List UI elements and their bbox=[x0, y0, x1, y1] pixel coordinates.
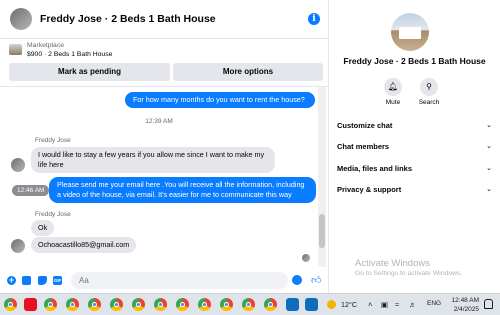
avatar[interactable] bbox=[10, 8, 32, 30]
scrollbar-thumb[interactable] bbox=[319, 214, 325, 248]
section-customize-chat[interactable]: Customize chat ⌄ bbox=[337, 121, 492, 135]
chrome-icon[interactable] bbox=[110, 298, 123, 311]
volume-icon[interactable]: ♬ bbox=[409, 300, 417, 309]
chevron-down-icon: ⌄ bbox=[486, 143, 492, 150]
mute-label: Mute bbox=[385, 99, 401, 106]
avatar[interactable] bbox=[11, 239, 25, 253]
app-icon[interactable] bbox=[286, 298, 299, 311]
chevron-up-icon[interactable]: ˄ bbox=[368, 300, 372, 309]
message-composer: + GIF 👍︎ bbox=[0, 268, 328, 293]
more-options-button[interactable]: More options bbox=[173, 63, 323, 81]
info-icon[interactable]: i bbox=[308, 13, 320, 25]
sticker-icon[interactable] bbox=[38, 276, 47, 285]
message-outgoing[interactable]: Please send me your email here .You will… bbox=[49, 177, 316, 203]
section-label: Media, files and links bbox=[337, 164, 413, 173]
clock-date: 2/4/2025 bbox=[453, 306, 479, 313]
clock[interactable]: 12:48 AM 2/4/2025 bbox=[445, 296, 479, 314]
conversation-title[interactable]: Freddy Jose · 2 Beds 1 Bath House bbox=[40, 13, 216, 25]
message-outgoing[interactable]: For how many months do you want to rent … bbox=[125, 92, 315, 108]
thumbs-up-icon[interactable]: 👍︎ bbox=[311, 274, 321, 286]
wifi-icon[interactable]: ≈ bbox=[395, 300, 399, 309]
app-icon[interactable] bbox=[24, 298, 37, 311]
marketplace-banner: Marketplace $900 · 2 Beds 1 Bath House M… bbox=[0, 38, 328, 87]
message-scrollbar[interactable] bbox=[318, 87, 326, 267]
avatar[interactable] bbox=[11, 158, 25, 172]
chrome-icon[interactable] bbox=[198, 298, 211, 311]
plus-icon[interactable]: + bbox=[7, 276, 16, 285]
section-privacy-support[interactable]: Privacy & support ⌄ bbox=[337, 185, 492, 199]
sender-name: Freddy Jose bbox=[35, 211, 71, 218]
mark-as-pending-button[interactable]: Mark as pending bbox=[9, 63, 170, 81]
weather-icon[interactable] bbox=[327, 300, 336, 309]
gif-icon[interactable]: GIF bbox=[53, 276, 62, 285]
search-icon[interactable]: ⚲ bbox=[420, 78, 438, 96]
conversation-panel: Freddy Jose · 2 Beds 1 Bath House i Mark… bbox=[0, 0, 328, 293]
chrome-icon[interactable] bbox=[132, 298, 145, 311]
details-name: Freddy Jose · 2 Beds 1 Bath House bbox=[343, 56, 486, 66]
listing-title[interactable]: $900 · 2 Beds 1 Bath House bbox=[27, 51, 112, 58]
app-icon[interactable] bbox=[305, 298, 318, 311]
chevron-down-icon: ⌄ bbox=[486, 122, 492, 129]
chrome-icon[interactable] bbox=[242, 298, 255, 311]
message-incoming[interactable]: Ok bbox=[31, 220, 55, 236]
activate-windows-title: Activate Windows bbox=[355, 258, 430, 269]
marketplace-label: Marketplace bbox=[27, 42, 65, 49]
bell-icon[interactable]: 🔔︎ bbox=[384, 78, 402, 96]
details-panel: Freddy Jose · 2 Beds 1 Bath House 🔔︎ Mut… bbox=[329, 0, 500, 293]
conversation-header: Freddy Jose · 2 Beds 1 Bath House i bbox=[0, 0, 328, 39]
section-label: Chat members bbox=[337, 142, 390, 151]
mute-button[interactable]: 🔔︎ Mute bbox=[373, 78, 413, 106]
message-time-tooltip: 12:46 AM bbox=[12, 185, 50, 196]
section-media-files-links[interactable]: Media, files and links ⌄ bbox=[337, 164, 492, 178]
chrome-icon[interactable] bbox=[220, 298, 233, 311]
listing-thumbnail[interactable] bbox=[9, 44, 22, 55]
message-incoming[interactable]: Ochoacastillo85@gmail.com bbox=[31, 237, 137, 253]
house-thumbnail bbox=[399, 27, 421, 39]
avatar[interactable] bbox=[391, 13, 429, 51]
chrome-icon[interactable] bbox=[66, 298, 79, 311]
chrome-icon[interactable] bbox=[154, 298, 167, 311]
section-label: Customize chat bbox=[337, 121, 393, 130]
taskbar: 12°C ˄ ▣ ≈ ♬ ENG 12:48 AM 2/4/2025 bbox=[0, 293, 500, 315]
chevron-down-icon: ⌄ bbox=[486, 186, 492, 193]
activate-windows-subtitle: Go to Settings to activate Windows. bbox=[355, 270, 463, 277]
chevron-down-icon: ⌄ bbox=[486, 165, 492, 172]
chrome-icon[interactable] bbox=[88, 298, 101, 311]
chrome-icon[interactable] bbox=[44, 298, 57, 311]
chrome-icon[interactable] bbox=[264, 298, 277, 311]
sender-name: Freddy Jose bbox=[35, 137, 71, 144]
search-label: Search bbox=[418, 99, 440, 106]
temperature[interactable]: 12°C bbox=[341, 300, 357, 309]
notification-icon[interactable] bbox=[484, 299, 493, 309]
section-chat-members[interactable]: Chat members ⌄ bbox=[337, 142, 492, 156]
photo-icon[interactable] bbox=[22, 276, 31, 285]
chrome-icon[interactable] bbox=[176, 298, 189, 311]
emoji-icon[interactable] bbox=[292, 275, 302, 285]
clock-time: 12:48 AM bbox=[451, 297, 479, 304]
message-timestamp: 12:39 AM bbox=[145, 118, 173, 125]
section-label: Privacy & support bbox=[337, 185, 402, 194]
language-indicator[interactable]: ENG bbox=[427, 300, 441, 307]
seen-indicator-avatar bbox=[302, 254, 310, 262]
search-button[interactable]: ⚲ Search bbox=[409, 78, 449, 106]
message-list: For how many months do you want to rent … bbox=[0, 87, 318, 267]
chrome-icon[interactable] bbox=[4, 298, 17, 311]
message-input[interactable] bbox=[71, 272, 288, 289]
message-incoming[interactable]: I would like to stay a few years if you … bbox=[31, 147, 275, 173]
network-icon[interactable]: ▣ bbox=[381, 300, 388, 309]
